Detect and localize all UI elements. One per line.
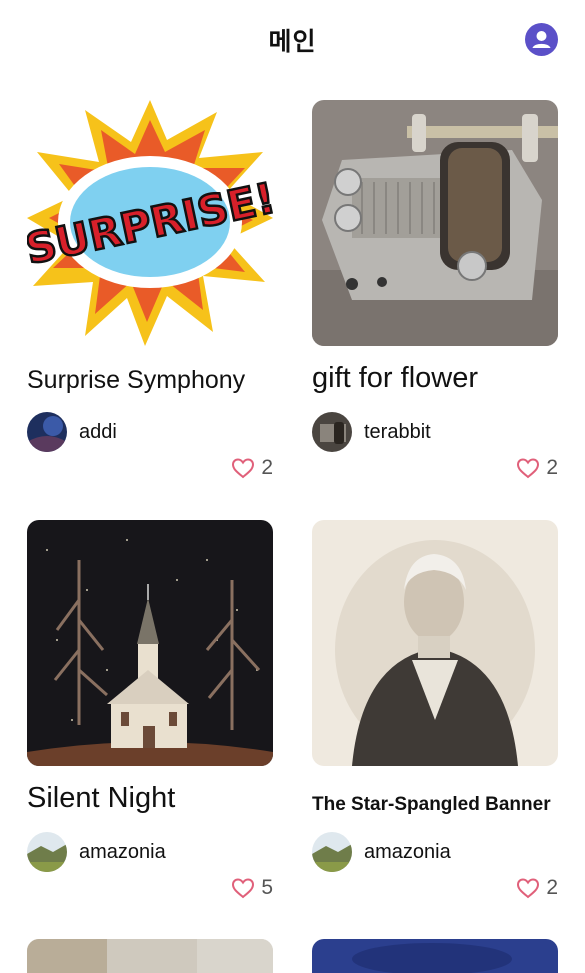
- like-count: 5: [261, 876, 273, 899]
- music-box-image: [312, 100, 558, 346]
- church-night-image: [27, 520, 273, 766]
- song-thumbnail[interactable]: [312, 520, 558, 766]
- song-thumbnail[interactable]: [312, 939, 558, 973]
- author-row[interactable]: amazonia: [312, 831, 451, 873]
- song-title[interactable]: Surprise Symphony: [27, 366, 287, 395]
- like-counter: 5: [231, 875, 273, 901]
- author-name[interactable]: addi: [79, 421, 117, 444]
- heart-icon[interactable]: [516, 457, 540, 479]
- avatar[interactable]: [27, 832, 67, 872]
- author-name[interactable]: amazonia: [79, 841, 166, 864]
- heart-icon[interactable]: [231, 877, 255, 899]
- like-count: 2: [546, 876, 558, 899]
- song-title[interactable]: Silent Night: [27, 782, 287, 815]
- avatar[interactable]: [312, 832, 352, 872]
- avatar[interactable]: [27, 412, 67, 452]
- like-count: 2: [261, 456, 273, 479]
- heart-icon[interactable]: [231, 457, 255, 479]
- song-thumbnail[interactable]: SURPRISE!: [27, 100, 273, 346]
- app-header: 메인: [0, 0, 585, 80]
- like-counter: 2: [516, 455, 558, 481]
- like-counter: 2: [516, 875, 558, 901]
- song-title[interactable]: gift for flower: [312, 362, 572, 395]
- song-thumbnail[interactable]: [27, 939, 273, 973]
- author-row[interactable]: addi: [27, 411, 117, 453]
- song-title[interactable]: The Star-Spangled Banner: [312, 794, 572, 816]
- like-counter: 2: [231, 455, 273, 481]
- author-name[interactable]: terabbit: [364, 421, 431, 444]
- author-row[interactable]: amazonia: [27, 831, 166, 873]
- portrait-engraving-image: [312, 520, 558, 766]
- user-icon: [532, 31, 551, 48]
- profile-button[interactable]: [525, 23, 558, 56]
- author-name[interactable]: amazonia: [364, 841, 451, 864]
- song-thumbnail[interactable]: [27, 520, 273, 766]
- like-count: 2: [546, 456, 558, 479]
- author-row[interactable]: terabbit: [312, 411, 431, 453]
- page-title: 메인: [268, 27, 317, 56]
- heart-icon[interactable]: [516, 877, 540, 899]
- song-thumbnail[interactable]: [312, 100, 558, 346]
- avatar[interactable]: [312, 412, 352, 452]
- surprise-comic-image: SURPRISE!: [27, 100, 273, 346]
